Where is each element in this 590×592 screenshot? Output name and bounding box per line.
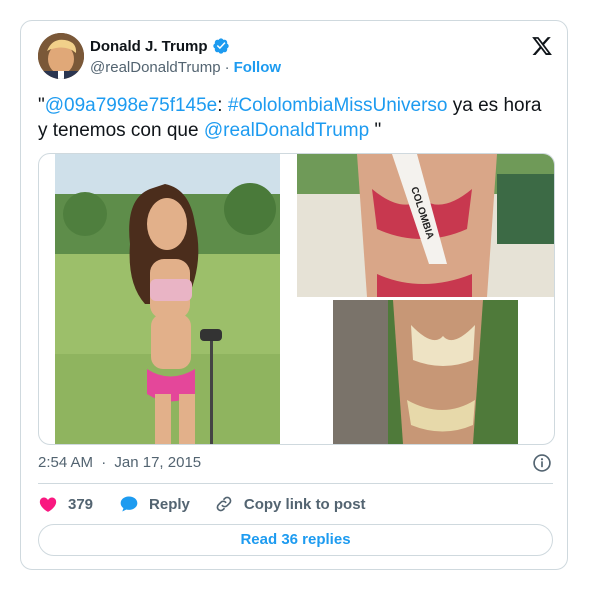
copy-link-button[interactable]: Copy link to post [214, 494, 366, 514]
tree-photo-icon [333, 300, 518, 444]
author-handle-row: @realDonaldTrump · Follow [90, 59, 281, 76]
divider [38, 483, 553, 484]
author-name-row: Donald J. Trump [90, 37, 230, 55]
tweet-card: Donald J. Trump @realDonaldTrump · Follow … [20, 20, 568, 570]
golf-photo-icon [55, 154, 280, 444]
separator-dot: · [224, 59, 230, 76]
verified-badge-icon [212, 38, 229, 54]
like-count: 379 [68, 495, 94, 513]
reply-button[interactable]: Reply [119, 494, 190, 514]
photo-golf-course[interactable] [55, 154, 280, 444]
quote-open: " [38, 95, 45, 116]
hashtag-link[interactable]: #CololombiaMissUniverso [228, 95, 448, 116]
tweet-time[interactable]: 2:54 AM [38, 454, 93, 471]
avatar-photo-icon [38, 33, 84, 79]
sash-photo-icon: COLOMBIA [297, 154, 554, 297]
link-icon [216, 496, 232, 512]
info-icon[interactable] [532, 453, 552, 473]
action-bar: 379 Reply Copy link to post [38, 493, 366, 515]
photo-colombia-sash[interactable]: COLOMBIA [297, 154, 554, 297]
tweet-date[interactable]: Jan 17, 2015 [114, 454, 201, 471]
reply-bubble-icon [120, 496, 138, 512]
follow-button[interactable]: Follow [234, 59, 282, 76]
author-name[interactable]: Donald J. Trump [90, 38, 208, 55]
author-avatar[interactable] [38, 33, 84, 79]
x-logo-icon[interactable] [531, 35, 553, 57]
media-grid[interactable]: COLOMBIA [38, 153, 555, 445]
like-button[interactable]: 379 [38, 494, 93, 514]
photo-tree-bikini[interactable] [333, 300, 518, 444]
quote-close: " [369, 120, 382, 141]
separator-dot: · [101, 454, 107, 471]
author-handle[interactable]: @realDonaldTrump [90, 59, 221, 76]
heart-icon [39, 497, 57, 512]
colon-text: : [217, 95, 223, 116]
read-replies-button[interactable]: Read 36 replies [38, 524, 553, 556]
copy-link-label: Copy link to post [243, 495, 366, 513]
mention-link-trump[interactable]: @realDonaldTrump [204, 120, 369, 141]
reply-label: Reply [149, 495, 190, 513]
tweet-text: "@09a7998e75f145e: #CololombiaMissUniver… [38, 93, 548, 143]
timestamp[interactable]: 2:54 AM · Jan 17, 2015 [38, 454, 201, 471]
mention-link[interactable]: @09a7998e75f145e [45, 95, 218, 116]
